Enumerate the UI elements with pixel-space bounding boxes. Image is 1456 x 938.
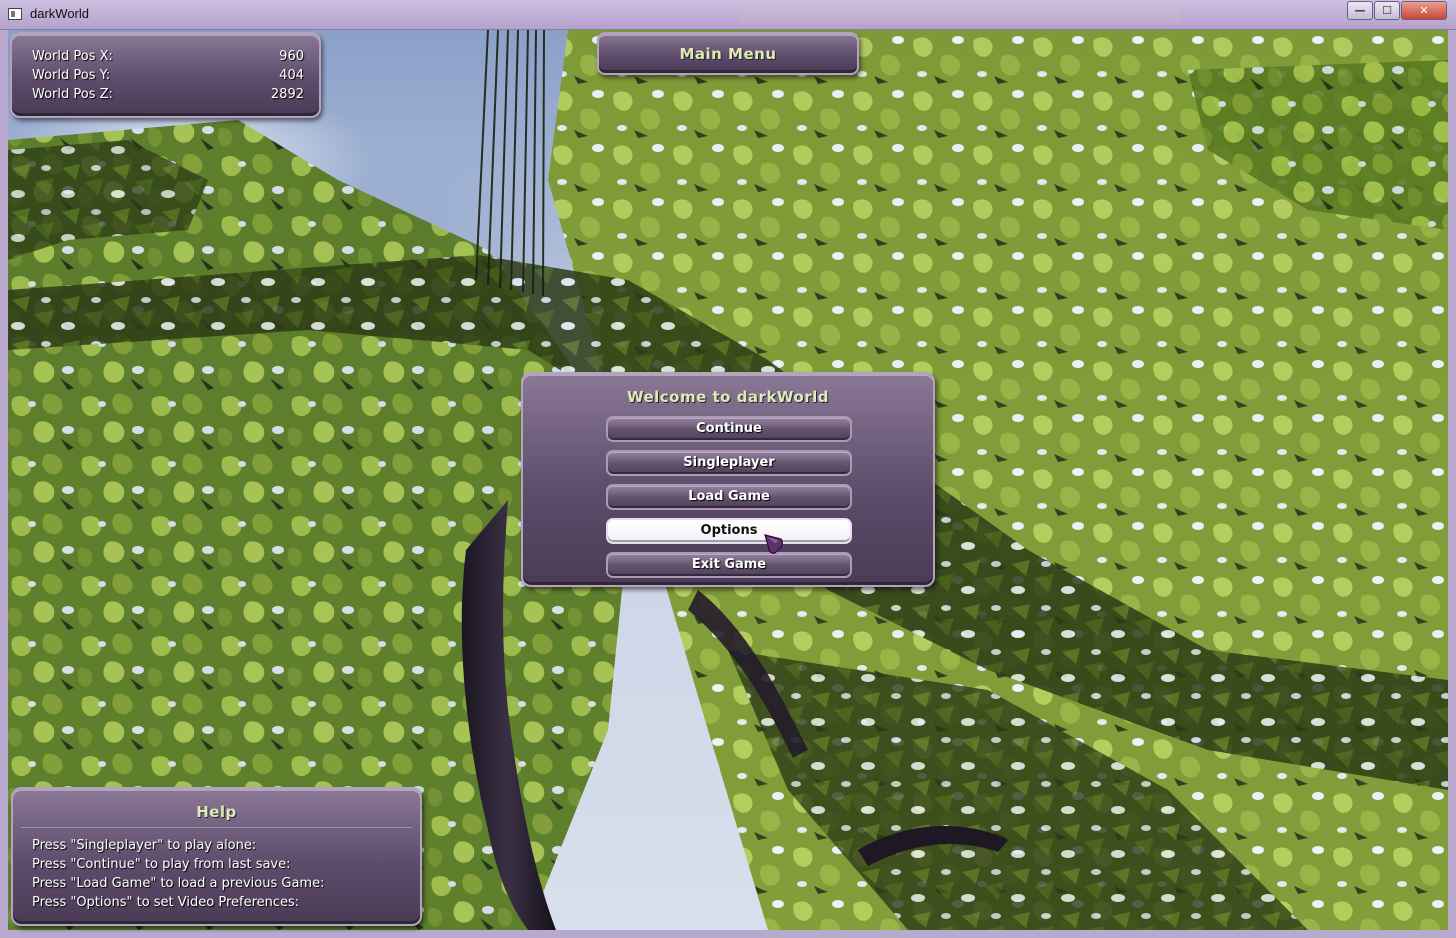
load-game-button[interactable]: Load Game [606, 484, 852, 510]
world-pos-x-value: 960 [279, 49, 304, 64]
world-pos-z-value: 2892 [270, 87, 304, 102]
window-frame-left [0, 30, 8, 938]
exit-game-button[interactable]: Exit Game [606, 552, 852, 578]
world-pos-y-value: 404 [279, 68, 304, 83]
help-line-singleplayer: Press "Singleplayer" to play alone: [32, 838, 257, 853]
world-pos-y-row: World Pos Y: 404 [32, 68, 304, 86]
background-window-hint [740, 0, 1180, 24]
world-pos-y-label: World Pos Y: [32, 68, 111, 83]
window-frame-bottom [0, 930, 1456, 938]
minimize-button[interactable]: — [1347, 1, 1373, 20]
window-frame-right [1448, 30, 1456, 938]
welcome-dialog: Welcome to darkWorld Continue Singleplay… [521, 372, 935, 587]
window-title: darkWorld [30, 6, 90, 21]
world-pos-x-label: World Pos X: [32, 49, 113, 64]
world-pos-z-label: World Pos Z: [32, 87, 113, 102]
continue-button[interactable]: Continue [606, 416, 852, 442]
main-menu-title: Main Menu [679, 45, 777, 63]
purple-arrow-cursor-icon [764, 534, 783, 554]
help-title: Help [196, 803, 237, 821]
help-line-load-game: Press "Load Game" to load a previous Gam… [32, 876, 325, 891]
close-button[interactable]: ✕ [1401, 1, 1447, 20]
main-menu-header: Main Menu [597, 32, 859, 75]
options-button[interactable]: Options [606, 518, 852, 544]
help-divider [21, 827, 412, 828]
world-pos-z-row: World Pos Z: 2892 [32, 87, 304, 105]
window-titlebar[interactable]: darkWorld — ☐ ✕ [0, 0, 1456, 30]
maximize-button[interactable]: ☐ [1374, 1, 1400, 20]
help-panel: Help Press "Singleplayer" to play alone:… [11, 787, 422, 926]
window-app-icon[interactable] [8, 8, 22, 20]
world-pos-x-row: World Pos X: 960 [32, 49, 304, 67]
singleplayer-button[interactable]: Singleplayer [606, 450, 852, 476]
help-line-options: Press "Options" to set Video Preferences… [32, 895, 300, 910]
welcome-title: Welcome to darkWorld [626, 388, 830, 406]
world-position-panel: World Pos X: 960 World Pos Y: 404 World … [10, 32, 321, 118]
help-line-continue: Press "Continue" to play from last save: [32, 857, 291, 872]
